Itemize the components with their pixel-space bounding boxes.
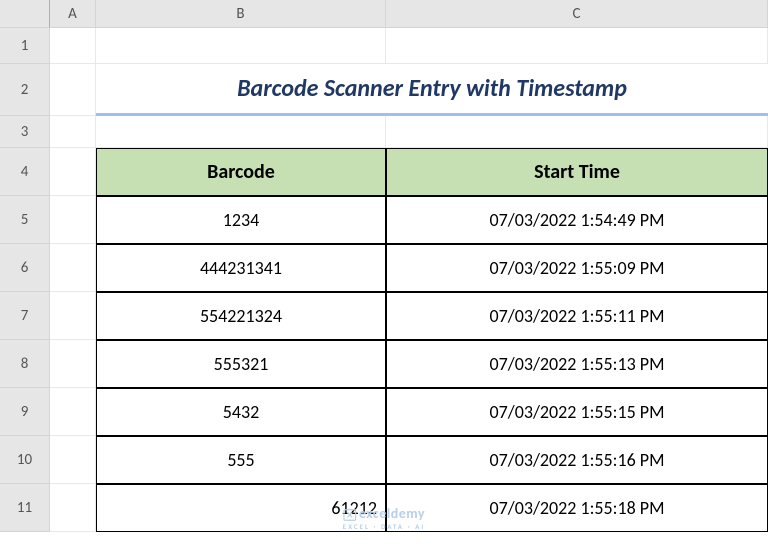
spreadsheet-grid: A B C 1 2 Barcode Scanner Entry with Tim… bbox=[0, 0, 768, 532]
cell-time-2[interactable]: 07/03/2022 1:55:11 PM bbox=[386, 292, 768, 340]
cell-a5[interactable] bbox=[50, 196, 96, 244]
row-header-9[interactable]: 9 bbox=[0, 388, 50, 436]
cell-c3[interactable] bbox=[386, 116, 768, 148]
cell-b1[interactable] bbox=[96, 28, 386, 64]
row-header-4[interactable]: 4 bbox=[0, 148, 50, 196]
cell-time-5[interactable]: 07/03/2022 1:55:16 PM bbox=[386, 436, 768, 484]
watermark-text: exceldemy bbox=[359, 505, 425, 522]
cell-barcode-3[interactable]: 555321 bbox=[96, 340, 386, 388]
cell-time-0[interactable]: 07/03/2022 1:54:49 PM bbox=[386, 196, 768, 244]
cell-a6[interactable] bbox=[50, 244, 96, 292]
cell-b3[interactable] bbox=[96, 116, 386, 148]
table-header-starttime[interactable]: Start Time bbox=[386, 148, 768, 196]
watermark: exceldemy EXCEL · DATA · AI bbox=[343, 505, 425, 531]
cell-time-6[interactable]: 07/03/2022 1:55:18 PM bbox=[386, 484, 768, 532]
cell-a11[interactable] bbox=[50, 484, 96, 532]
cell-time-3[interactable]: 07/03/2022 1:55:13 PM bbox=[386, 340, 768, 388]
watermark-subtext: EXCEL · DATA · AI bbox=[343, 522, 425, 531]
row-header-5[interactable]: 5 bbox=[0, 196, 50, 244]
table-header-barcode[interactable]: Barcode bbox=[96, 148, 386, 196]
cell-a1[interactable] bbox=[50, 28, 96, 64]
row-header-2[interactable]: 2 bbox=[0, 64, 50, 116]
row-header-8[interactable]: 8 bbox=[0, 340, 50, 388]
cell-barcode-0[interactable]: 1234 bbox=[96, 196, 386, 244]
cell-a8[interactable] bbox=[50, 340, 96, 388]
cell-barcode-4[interactable]: 5432 bbox=[96, 388, 386, 436]
cell-c1[interactable] bbox=[386, 28, 768, 64]
row-header-10[interactable]: 10 bbox=[0, 436, 50, 484]
cell-a10[interactable] bbox=[50, 436, 96, 484]
row-header-1[interactable]: 1 bbox=[0, 28, 50, 64]
row-header-6[interactable]: 6 bbox=[0, 244, 50, 292]
cell-barcode-2[interactable]: 554221324 bbox=[96, 292, 386, 340]
col-header-a[interactable]: A bbox=[50, 0, 96, 28]
cell-time-1[interactable]: 07/03/2022 1:55:09 PM bbox=[386, 244, 768, 292]
cell-a2[interactable] bbox=[50, 64, 96, 116]
cell-a4[interactable] bbox=[50, 148, 96, 196]
page-title[interactable]: Barcode Scanner Entry with Timestamp bbox=[96, 64, 768, 116]
cell-barcode-1[interactable]: 444231341 bbox=[96, 244, 386, 292]
cell-a3[interactable] bbox=[50, 116, 96, 148]
cell-barcode-5[interactable]: 555 bbox=[96, 436, 386, 484]
row-header-11[interactable]: 11 bbox=[0, 484, 50, 532]
cell-time-4[interactable]: 07/03/2022 1:55:15 PM bbox=[386, 388, 768, 436]
select-all-corner[interactable] bbox=[0, 0, 50, 28]
col-header-b[interactable]: B bbox=[96, 0, 386, 28]
row-header-3[interactable]: 3 bbox=[0, 116, 50, 148]
cell-a9[interactable] bbox=[50, 388, 96, 436]
col-header-c[interactable]: C bbox=[386, 0, 768, 28]
excel-icon bbox=[343, 508, 357, 522]
cell-a7[interactable] bbox=[50, 292, 96, 340]
row-header-7[interactable]: 7 bbox=[0, 292, 50, 340]
